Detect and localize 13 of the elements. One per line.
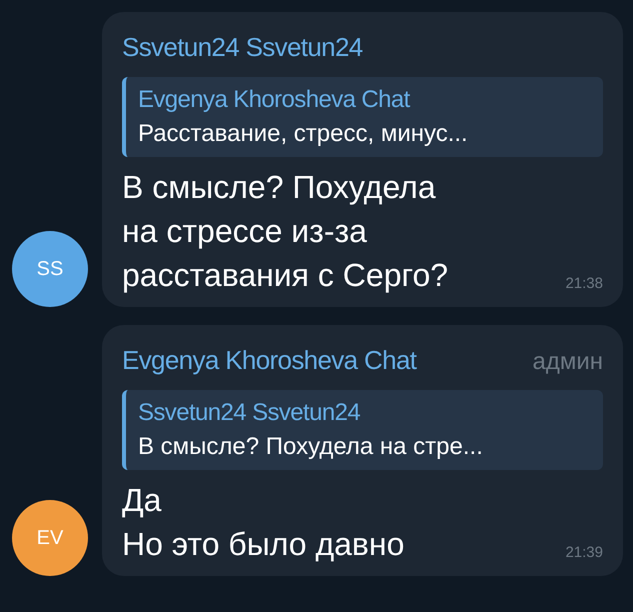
sender-name[interactable]: Ssvetun24 Ssvetun24	[122, 28, 363, 67]
sender-name[interactable]: Evgenya Khorosheva Chat	[122, 341, 416, 380]
message-text: Да Но это было давно	[122, 481, 404, 564]
reply-text: В смысле? Похудела на стре...	[138, 432, 484, 462]
reply-author: Evgenya Khorosheva Chat	[138, 85, 412, 115]
reply-quote[interactable]: Ssvetun24 Ssvetun24 В смысле? Похудела на стре...	[122, 390, 603, 470]
message-text: В смысле? Похудела на стрессе из-за расставания с Серго?	[122, 168, 448, 295]
message-time: 21:39	[565, 542, 603, 562]
message-time: 21:38	[565, 274, 603, 294]
reply-text: Расставание, стресс, минус...	[138, 119, 469, 149]
reply-author: Ssvetun24 Ssvetun24	[138, 398, 362, 428]
reply-quote[interactable]: Evgenya Khorosheva Chat Расставание, стресс, минус...	[122, 77, 603, 157]
role-label: админ	[532, 347, 603, 377]
